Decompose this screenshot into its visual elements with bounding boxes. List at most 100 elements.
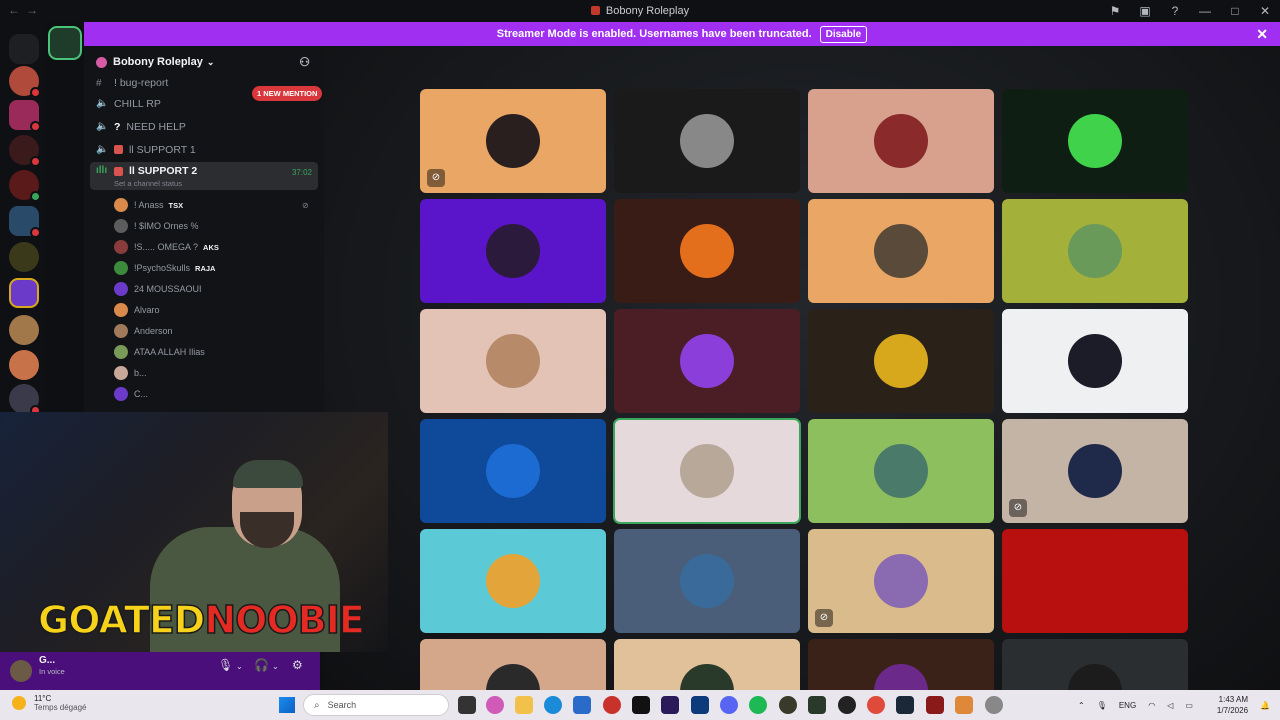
participant-avatar (486, 334, 540, 388)
participant-tile[interactable] (613, 418, 801, 524)
file-explorer-icon[interactable] (515, 696, 533, 714)
channel-support-2[interactable]: ıllı ll SUPPORT 2 37:02 Set a channel sta… (90, 162, 318, 190)
server-icon[interactable] (9, 206, 41, 238)
netflix-icon[interactable] (632, 696, 650, 714)
invite-people-icon[interactable]: ⚇ (299, 55, 310, 69)
microphone-icon[interactable]: 🎙 (1097, 701, 1107, 710)
channel-support-1[interactable]: 🔈 ll SUPPORT 1 (90, 139, 318, 160)
participant-tile[interactable] (1002, 199, 1188, 303)
server-icon[interactable] (9, 350, 39, 380)
taskbar-search[interactable]: ⌕ Search (303, 694, 449, 716)
participant-tile[interactable] (614, 89, 800, 193)
server-icon[interactable] (9, 242, 39, 272)
participant-tile[interactable] (808, 419, 994, 523)
voice-member[interactable]: !S..... OMEGA ? AKS (114, 237, 219, 257)
new-mention-badge[interactable]: 1 NEW MENTION (252, 86, 323, 101)
server-icon[interactable] (9, 135, 41, 167)
language-indicator[interactable]: ENG (1119, 701, 1136, 710)
avatar[interactable] (10, 660, 32, 682)
channel-status-input[interactable]: Set a channel status (114, 179, 182, 188)
server-icon[interactable] (9, 278, 39, 308)
participant-tile[interactable] (808, 199, 994, 303)
participant-tile[interactable] (614, 529, 800, 633)
app-icon[interactable] (955, 696, 973, 714)
avatar (114, 387, 128, 401)
chevron-down-icon[interactable]: ⌄ (272, 662, 279, 671)
server-icon[interactable] (9, 100, 41, 132)
participant-tile[interactable] (1002, 639, 1188, 690)
app-icon[interactable] (926, 696, 944, 714)
gear-icon[interactable]: ⚙ (292, 658, 303, 672)
discord-icon[interactable] (720, 696, 738, 714)
edge-icon[interactable] (544, 696, 562, 714)
voice-member[interactable]: C... (114, 384, 148, 404)
chrome-icon[interactable] (867, 696, 885, 714)
weather-widget[interactable]: 11°C Temps dégagé (12, 694, 86, 712)
start-button[interactable] (279, 697, 295, 713)
close-button[interactable]: ✕ (1250, 4, 1280, 18)
disable-streamer-mode-button[interactable]: Disable (819, 25, 868, 43)
inbox-icon[interactable]: ⚑ (1100, 4, 1130, 18)
active-server-tile[interactable] (48, 26, 82, 60)
volume-icon[interactable]: ◁ (1167, 701, 1173, 710)
chevron-up-icon[interactable]: ⌃ (1078, 701, 1085, 710)
participant-tile[interactable] (1002, 529, 1188, 633)
participant-tile[interactable]: ⊘ (420, 89, 606, 193)
store-icon[interactable] (573, 696, 591, 714)
microphone-icon[interactable]: 🎙 (218, 658, 233, 672)
voice-member[interactable]: 24 MOUSSAOUI (114, 279, 202, 299)
participant-tile[interactable] (614, 639, 800, 690)
battery-icon[interactable]: ▭ (1185, 701, 1193, 710)
voice-member[interactable]: ! $IMO Ornes % (114, 216, 199, 236)
participant-tile[interactable] (808, 309, 994, 413)
server-icon[interactable] (9, 384, 41, 416)
voice-member[interactable]: Anderson (114, 321, 173, 341)
chevron-down-icon[interactable]: ⌄ (207, 57, 215, 68)
server-icon[interactable] (9, 315, 39, 345)
participant-tile[interactable] (614, 199, 800, 303)
participant-tile[interactable] (1002, 309, 1188, 413)
minimize-button[interactable]: — (1190, 4, 1220, 18)
steam-icon[interactable] (896, 696, 914, 714)
app-icon[interactable] (808, 696, 826, 714)
premiere-icon[interactable] (661, 696, 679, 714)
close-icon[interactable]: ✕ (1256, 26, 1268, 43)
participant-tile[interactable] (420, 309, 606, 413)
direct-messages-icon[interactable] (9, 34, 39, 64)
participant-tile[interactable] (420, 199, 606, 303)
participant-tile[interactable] (808, 89, 994, 193)
server-icon[interactable] (9, 66, 41, 98)
app-icon[interactable] (779, 696, 797, 714)
copilot-icon[interactable] (486, 696, 504, 714)
participant-tile[interactable] (1002, 89, 1188, 193)
participant-tile[interactable]: ⊘ (808, 529, 994, 633)
participant-tile[interactable] (420, 419, 606, 523)
help-icon[interactable]: ? (1160, 4, 1190, 18)
participant-tile[interactable] (614, 309, 800, 413)
wifi-icon[interactable]: ◠ (1148, 701, 1155, 710)
voice-member[interactable]: b... (114, 363, 147, 383)
voice-member[interactable]: Alvaro (114, 300, 160, 320)
participant-tile[interactable]: ⊘ (1002, 419, 1188, 523)
server-header[interactable]: Bobony Roleplay ⌄ ⚇ (84, 46, 324, 78)
obs-icon[interactable] (838, 696, 856, 714)
maximize-button[interactable]: □ (1220, 4, 1250, 18)
participant-tile[interactable] (808, 639, 994, 690)
participant-tile[interactable] (420, 529, 606, 633)
monitor-icon[interactable]: ▣ (1130, 4, 1160, 18)
voice-member[interactable]: ! Anass TSX ⊘ (114, 195, 309, 215)
channel-need-help[interactable]: 🔈? NEED HELP (90, 116, 318, 137)
task-view-icon[interactable] (458, 696, 476, 714)
settings-icon[interactable] (985, 696, 1003, 714)
app-icon[interactable] (603, 696, 621, 714)
photoshop-icon[interactable] (691, 696, 709, 714)
bell-icon[interactable]: 🔔 (1260, 701, 1270, 710)
voice-member[interactable]: ATAA ALLAH Ilias (114, 342, 205, 362)
participant-tile[interactable] (420, 639, 606, 690)
server-icon[interactable] (9, 170, 41, 202)
clock[interactable]: 1:43 AM 1/7/2026 (1205, 694, 1248, 716)
voice-member[interactable]: !PsychoSkulls RAJA (114, 258, 215, 278)
headphones-icon[interactable]: 🎧 (254, 658, 269, 672)
chevron-down-icon[interactable]: ⌄ (236, 662, 243, 671)
spotify-icon[interactable] (749, 696, 767, 714)
